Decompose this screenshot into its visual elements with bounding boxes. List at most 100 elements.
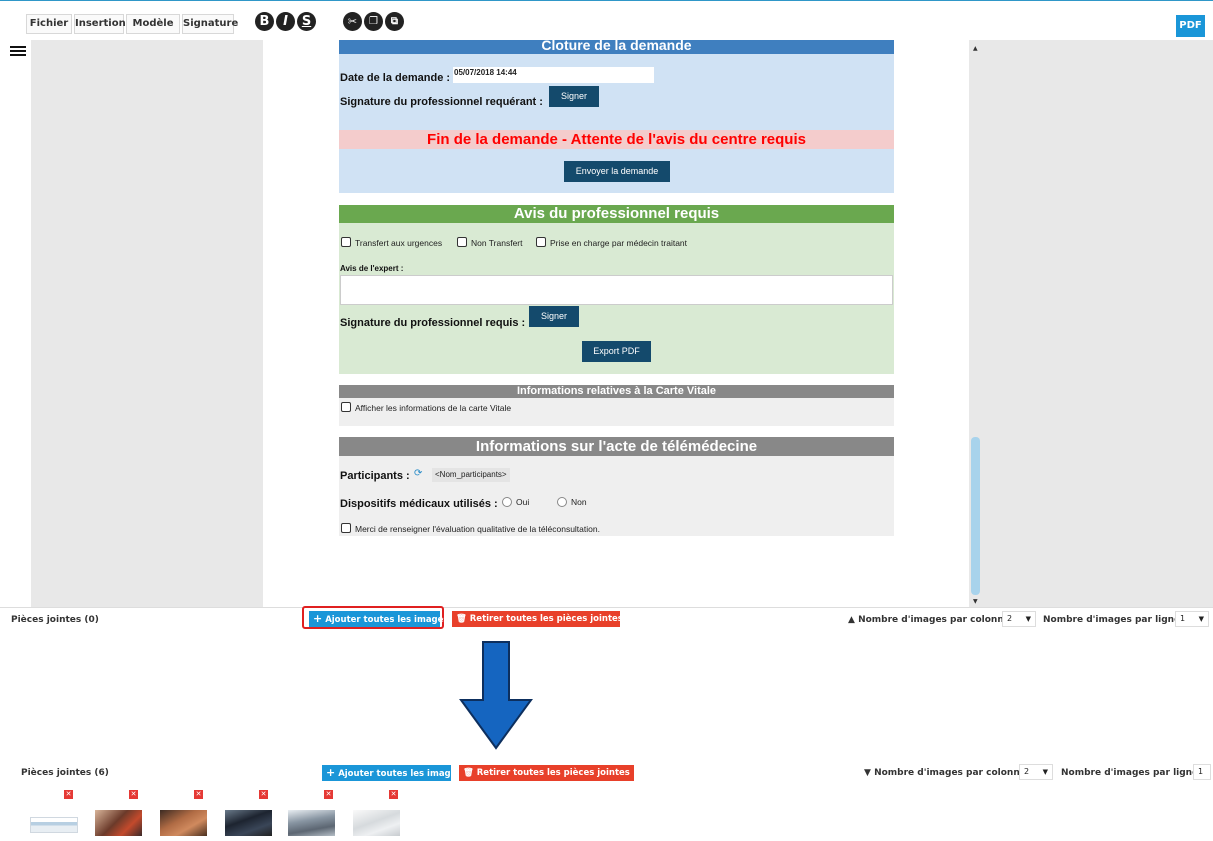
delete-attachment-icon[interactable]: ✕ (194, 790, 203, 799)
participants-label: Participants : (340, 470, 410, 482)
delete-attachment-icon[interactable]: ✕ (259, 790, 268, 799)
trash-icon: 🗑 (456, 614, 467, 624)
collapse-toggle-before[interactable]: ▲ Nombre d'images par colonne : (848, 615, 1017, 625)
bold-icon[interactable]: B (255, 12, 274, 31)
transfert-urgences-label: Transfert aux urgences (355, 238, 443, 248)
strikethrough-icon[interactable]: S (297, 12, 316, 31)
signature-requis-label: Signature du professionnel requis : (340, 317, 526, 329)
date-label: Date de la demande : (340, 72, 451, 84)
delete-attachment-icon[interactable]: ✕ (389, 790, 398, 799)
left-gutter (0, 40, 30, 607)
pdf-button[interactable]: PDF (1176, 15, 1205, 37)
editor-margin-left (31, 40, 263, 607)
sign-requerant-button[interactable]: Signer (549, 86, 599, 107)
italic-icon[interactable]: I (276, 12, 295, 31)
add-images-label: Ajouter toutes les images (338, 769, 462, 779)
attachment-thumbnail[interactable] (288, 810, 335, 836)
per-row-value: 1 (1180, 614, 1186, 623)
per-column-select-before[interactable]: 2 ▼ (1002, 611, 1036, 627)
caret-down-icon: ▼ (864, 768, 871, 778)
dispositifs-non-radio[interactable] (557, 497, 567, 507)
trash-icon: 🗑 (463, 768, 474, 778)
acte-title: Informations sur l'acte de télémédecine (339, 437, 894, 456)
per-row-label-after: Nombre d'images par ligne : (1061, 768, 1205, 778)
chevron-down-icon: ▼ (1198, 615, 1204, 623)
delete-attachment-icon[interactable]: ✕ (64, 790, 73, 799)
avis-title: Avis du professionnel requis (339, 205, 894, 223)
attachments-title-after: Pièces jointes (6) (21, 768, 109, 778)
attachment-thumbnail[interactable] (160, 810, 207, 836)
date-field[interactable]: 05/07/2018 14:44 (453, 67, 654, 83)
delete-attachment-icon[interactable]: ✕ (324, 790, 333, 799)
cut-icon[interactable]: ✂ (343, 12, 362, 31)
per-row-select-after[interactable]: 1 (1193, 764, 1211, 780)
menu-fichier[interactable]: Fichier (26, 14, 72, 34)
participants-field: <Nom_participants> (432, 468, 510, 482)
plus-icon: + (313, 612, 323, 625)
vitale-section: Informations relatives à la Carte Vitale… (339, 385, 894, 426)
evaluation-label: Merci de renseigner l'évaluation qualita… (355, 524, 600, 534)
cloture-section: Cloture de la demande Date de la demande… (339, 40, 894, 193)
remove-attachments-label: Retirer toutes les pièces jointes (476, 768, 630, 778)
vitale-checkbox-label: Afficher les informations de la carte Vi… (355, 403, 512, 413)
menu-modele[interactable]: Modèle (126, 14, 180, 34)
paste-icon[interactable]: ⧉ (385, 12, 404, 31)
chevron-down-icon: ▼ (1025, 615, 1031, 623)
scroll-up-icon[interactable]: ▲ (973, 45, 978, 52)
export-pdf-button[interactable]: Export PDF (582, 341, 651, 362)
per-row-select-before[interactable]: 1 ▼ (1175, 611, 1209, 627)
acte-section: Informations sur l'acte de télémédecine … (339, 437, 894, 536)
attachment-thumbnail[interactable] (225, 810, 272, 836)
vitale-checkbox[interactable] (341, 402, 351, 412)
per-column-label-before: Nombre d'images par colonne : (858, 615, 1017, 625)
scroll-down-icon[interactable]: ▼ (973, 598, 978, 605)
signature-requerant-label: Signature du professionnel requérant : (340, 96, 543, 108)
transfert-urgences-checkbox[interactable] (341, 237, 351, 247)
vitale-title: Informations relatives à la Carte Vitale (339, 385, 894, 398)
per-row-value: 1 (1198, 767, 1204, 776)
expert-textarea[interactable] (340, 275, 893, 305)
per-column-value: 2 (1024, 767, 1030, 776)
delete-attachment-icon[interactable]: ✕ (129, 790, 138, 799)
cloture-title: Cloture de la demande (339, 40, 894, 54)
evaluation-checkbox[interactable] (341, 523, 351, 533)
plus-icon: + (326, 766, 336, 779)
per-row-label-before: Nombre d'images par ligne : (1043, 615, 1187, 625)
remove-attachments-button-after[interactable]: 🗑 Retirer toutes les pièces jointes (459, 765, 634, 781)
menu-insertion[interactable]: Insertion (74, 14, 126, 34)
dispositifs-oui-radio[interactable] (502, 497, 512, 507)
collapse-toggle-after[interactable]: ▼ Nombre d'images par colonne : (864, 768, 1033, 778)
remove-attachments-label: Retirer toutes les pièces jointes (469, 614, 623, 624)
chevron-down-icon: ▼ (1042, 768, 1048, 776)
per-column-value: 2 (1007, 614, 1013, 623)
add-images-button-before[interactable]: + Ajouter toutes les images (309, 611, 448, 627)
toolbar: Fichier Insertion Modèle Signature B I S… (0, 0, 1213, 40)
dispositifs-oui-label: Oui (516, 497, 530, 507)
non-transfert-label: Non Transfert (471, 238, 523, 248)
copy-icon[interactable]: ❐ (364, 12, 383, 31)
add-images-button-after[interactable]: + Ajouter toutes les images (322, 765, 461, 781)
caret-up-icon: ▲ (848, 615, 855, 625)
down-arrow-icon (459, 641, 533, 750)
medecin-traitant-label: Prise en charge par médecin traitant (550, 238, 688, 248)
per-column-select-after[interactable]: 2 ▼ (1019, 764, 1053, 780)
editor-margin-right (969, 40, 1213, 607)
expert-label: Avis de l'expert : (340, 264, 404, 273)
non-transfert-checkbox[interactable] (457, 237, 467, 247)
menu-signature[interactable]: Signature (182, 14, 238, 34)
refresh-icon[interactable]: ⟳ (414, 469, 424, 479)
dispositifs-label: Dispositifs médicaux utilisés : (340, 498, 498, 510)
sign-requis-button[interactable]: Signer (529, 306, 579, 327)
status-banner: Fin de la demande - Attente de l'avis du… (339, 130, 894, 149)
attachment-thumbnail[interactable] (95, 810, 142, 836)
avis-section: Avis du professionnel requis Transfert a… (339, 205, 894, 374)
attachment-thumbnail[interactable] (30, 817, 78, 833)
attachments-title-before: Pièces jointes (0) (11, 615, 99, 625)
attachment-thumbnail[interactable] (353, 810, 400, 836)
add-images-label: Ajouter toutes les images (325, 615, 449, 625)
send-request-button[interactable]: Envoyer la demande (564, 161, 670, 182)
scrollbar-thumb[interactable] (971, 437, 980, 595)
medecin-traitant-checkbox[interactable] (536, 237, 546, 247)
remove-attachments-button-before[interactable]: 🗑 Retirer toutes les pièces jointes (452, 611, 623, 627)
hamburger-menu-icon[interactable] (10, 46, 26, 58)
